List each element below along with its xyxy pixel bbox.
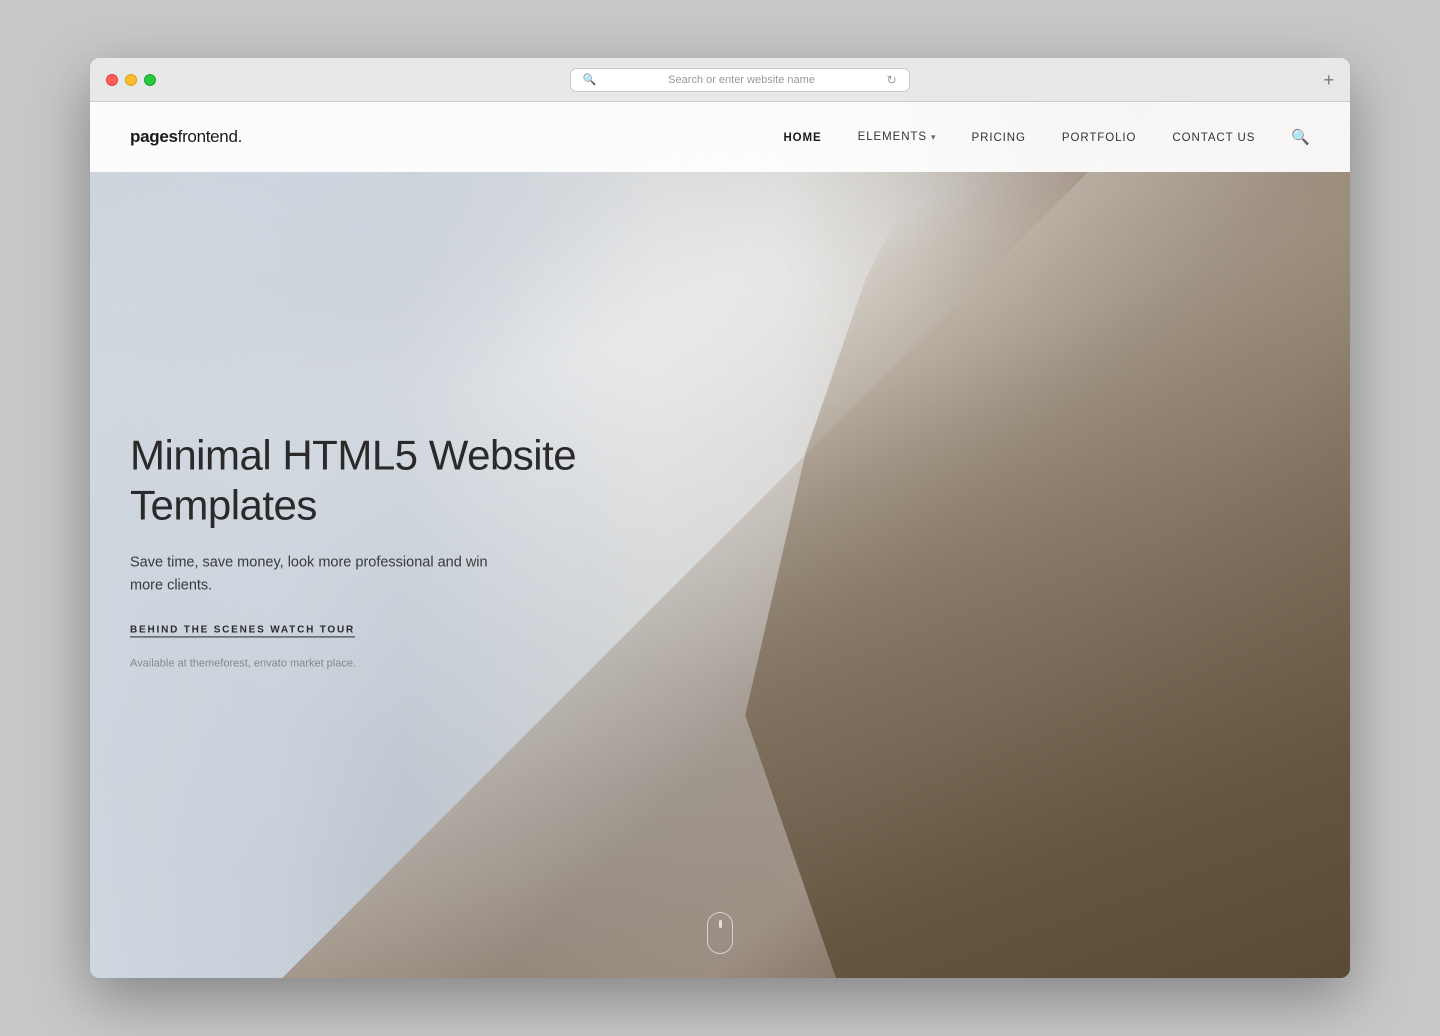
scroll-dot xyxy=(719,920,722,928)
nav-item-portfolio[interactable]: PORTFOLIO xyxy=(1062,128,1137,146)
nav-link-home[interactable]: HOME xyxy=(783,132,821,144)
scroll-indicator xyxy=(707,912,733,954)
nav-item-contact[interactable]: CONTACT US xyxy=(1172,128,1255,146)
minimize-button[interactable] xyxy=(125,74,137,86)
nav-links: HOME ELEMENTS ▾ PRICING PORTFOLIO CONTAC… xyxy=(783,128,1310,147)
search-icon[interactable]: 🔍 xyxy=(1291,129,1310,146)
hero-content: Minimal HTML5 Website Templates Save tim… xyxy=(130,410,610,669)
logo-bold: pages xyxy=(130,127,178,146)
nav-link-elements[interactable]: ELEMENTS xyxy=(858,131,927,143)
logo[interactable]: pagesfrontend. xyxy=(130,127,242,147)
search-icon: 🔍 xyxy=(583,73,597,86)
nav-link-pricing[interactable]: PRICING xyxy=(972,132,1026,144)
nav-search-item[interactable]: 🔍 xyxy=(1291,128,1310,147)
logo-dot: . xyxy=(238,127,242,146)
navigation: pagesfrontend. HOME ELEMENTS ▾ PRICING P… xyxy=(90,102,1350,172)
url-bar[interactable]: 🔍 Search or enter website name ↻ xyxy=(570,68,910,92)
address-text: Search or enter website name xyxy=(602,74,880,86)
chevron-down-icon: ▾ xyxy=(931,132,936,143)
website-content: pagesfrontend. HOME ELEMENTS ▾ PRICING P… xyxy=(90,102,1350,978)
reload-icon[interactable]: ↻ xyxy=(887,73,897,87)
nav-item-home[interactable]: HOME xyxy=(783,128,821,146)
maximize-button[interactable] xyxy=(144,74,156,86)
logo-normal: frontend xyxy=(178,127,238,146)
address-bar: 🔍 Search or enter website name ↻ xyxy=(168,68,1311,92)
hero-cta-button[interactable]: BEHIND THE SCENES WATCH TOUR xyxy=(130,625,355,638)
browser-chrome: 🔍 Search or enter website name ↻ + xyxy=(90,58,1350,102)
new-tab-button[interactable]: + xyxy=(1323,71,1334,89)
nav-dropdown-elements[interactable]: ELEMENTS ▾ xyxy=(858,131,936,143)
browser-window: 🔍 Search or enter website name ↻ + pages… xyxy=(90,58,1350,978)
hero-subtitle: Save time, save money, look more profess… xyxy=(130,551,490,597)
nav-link-contact[interactable]: CONTACT US xyxy=(1172,132,1255,144)
traffic-lights xyxy=(106,74,156,86)
nav-item-pricing[interactable]: PRICING xyxy=(972,128,1026,146)
hero-market-text: Available at themeforest, envato market … xyxy=(130,658,610,670)
close-button[interactable] xyxy=(106,74,118,86)
hero-title: Minimal HTML5 Website Templates xyxy=(130,430,610,531)
nav-item-elements[interactable]: ELEMENTS ▾ xyxy=(858,131,936,143)
nav-link-portfolio[interactable]: PORTFOLIO xyxy=(1062,132,1137,144)
